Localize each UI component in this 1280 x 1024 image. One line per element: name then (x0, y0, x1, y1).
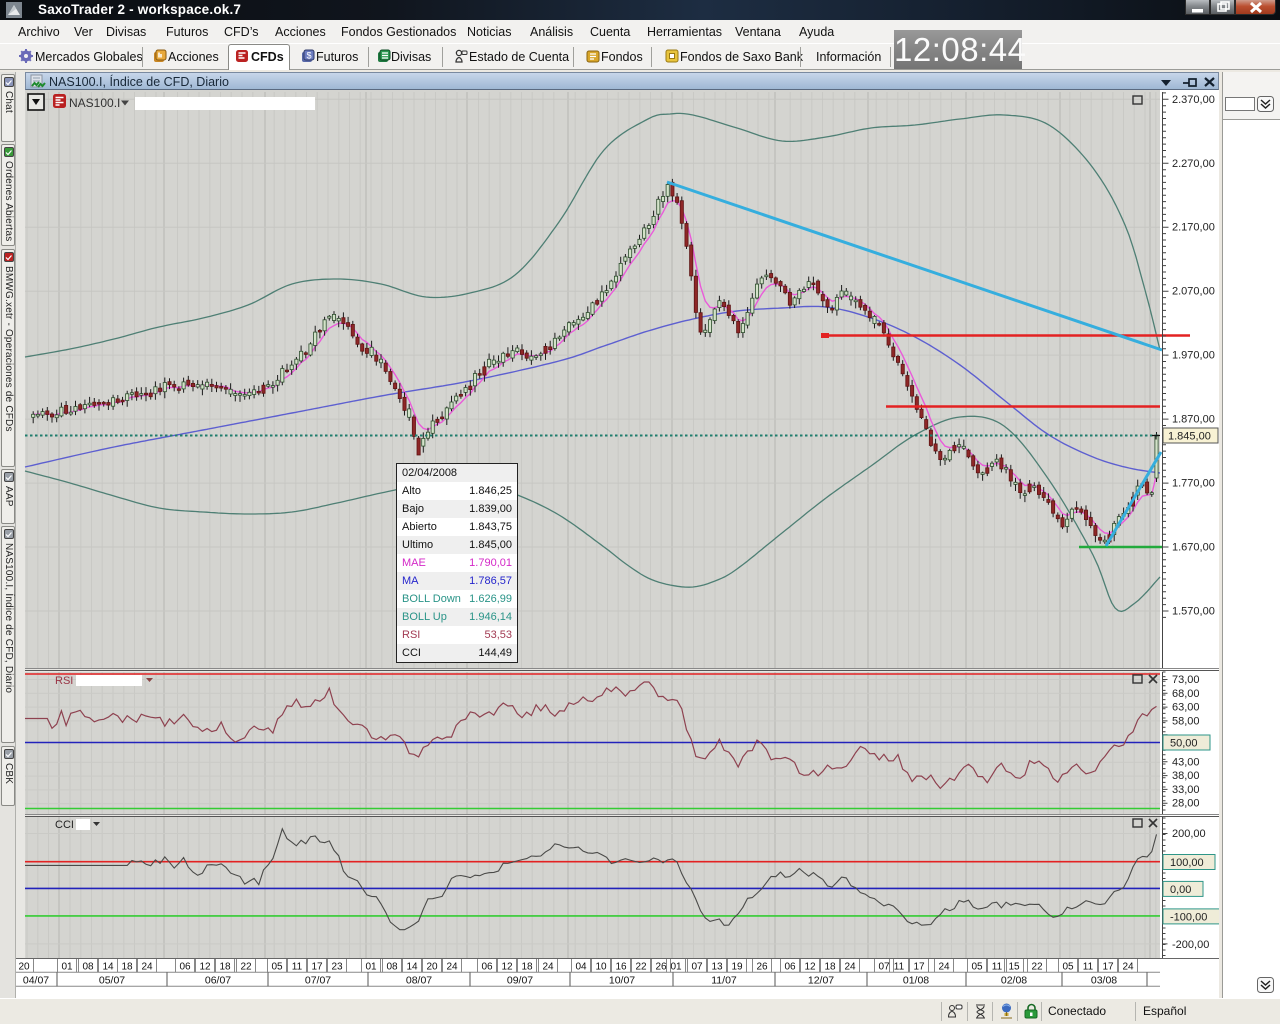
svg-text:73,00: 73,00 (1172, 674, 1200, 686)
svg-text:11/07: 11/07 (711, 975, 737, 987)
svg-text:1.570,00: 1.570,00 (1172, 606, 1215, 618)
svg-text:26: 26 (756, 962, 768, 973)
svg-text:38,00: 38,00 (1172, 770, 1200, 782)
svg-text:68,00: 68,00 (1172, 688, 1200, 700)
svg-text:04/07: 04/07 (23, 975, 49, 987)
svg-text:11: 11 (992, 962, 1003, 973)
svg-text:05/07: 05/07 (99, 975, 125, 987)
svg-text:23: 23 (331, 962, 343, 973)
svg-text:19: 19 (731, 962, 743, 973)
svg-text:18: 18 (824, 962, 836, 973)
svg-text:06: 06 (481, 962, 493, 973)
svg-text:24: 24 (938, 962, 950, 973)
svg-text:17: 17 (913, 962, 925, 973)
svg-text:05: 05 (1062, 962, 1074, 973)
svg-text:11: 11 (894, 962, 905, 973)
svg-text:22: 22 (1031, 962, 1043, 973)
svg-text:-200,00: -200,00 (1172, 939, 1209, 951)
svg-text:1.670,00: 1.670,00 (1172, 542, 1215, 554)
svg-text:08: 08 (82, 962, 94, 973)
svg-text:18: 18 (121, 962, 133, 973)
svg-text:12/07: 12/07 (808, 975, 834, 987)
svg-text:17: 17 (311, 962, 323, 973)
svg-text:04: 04 (575, 962, 587, 973)
svg-text:01: 01 (670, 962, 682, 973)
svg-text:58,00: 58,00 (1172, 715, 1200, 727)
svg-text:10: 10 (595, 962, 607, 973)
svg-text:06: 06 (179, 962, 191, 973)
svg-text:01: 01 (365, 962, 377, 973)
svg-text:06: 06 (784, 962, 796, 973)
svg-text:22: 22 (240, 962, 252, 973)
svg-text:24: 24 (542, 962, 554, 973)
svg-text:1.770,00: 1.770,00 (1172, 478, 1215, 490)
svg-text:18: 18 (219, 962, 231, 973)
svg-text:12: 12 (804, 962, 816, 973)
svg-text:0,00: 0,00 (1170, 884, 1191, 896)
svg-text:10/07: 10/07 (609, 975, 635, 987)
svg-text:07: 07 (691, 962, 703, 973)
svg-text:26: 26 (655, 962, 667, 973)
svg-text:2.170,00: 2.170,00 (1172, 222, 1215, 234)
svg-text:07/07: 07/07 (305, 975, 331, 987)
svg-text:2.270,00: 2.270,00 (1172, 158, 1215, 170)
svg-text:$: $ (306, 51, 311, 61)
svg-text:24: 24 (1122, 962, 1134, 973)
svg-text:08: 08 (386, 962, 398, 973)
svg-text:50,00: 50,00 (1170, 738, 1198, 750)
svg-text:20: 20 (18, 962, 30, 973)
svg-text:07: 07 (878, 962, 890, 973)
svg-text:28,00: 28,00 (1172, 798, 1200, 810)
svg-text:14: 14 (406, 962, 418, 973)
svg-text:24: 24 (141, 962, 153, 973)
svg-text:12: 12 (501, 962, 513, 973)
svg-text:22: 22 (635, 962, 647, 973)
svg-text:1.845,00: 1.845,00 (1168, 431, 1211, 443)
svg-text:11: 11 (292, 962, 303, 973)
svg-text:CCI: CCI (55, 819, 74, 831)
svg-text:63,00: 63,00 (1172, 702, 1200, 714)
svg-text:03/08: 03/08 (1091, 975, 1117, 987)
svg-text:1.870,00: 1.870,00 (1172, 414, 1215, 426)
svg-text:01: 01 (61, 962, 73, 973)
svg-text:200,00: 200,00 (1172, 828, 1206, 840)
svg-text:17: 17 (1102, 962, 1114, 973)
svg-text:08/07: 08/07 (406, 975, 432, 987)
svg-text:33,00: 33,00 (1172, 784, 1200, 796)
svg-text:13: 13 (711, 962, 723, 973)
svg-text:RSI: RSI (55, 675, 73, 687)
svg-text:09/07: 09/07 (507, 975, 533, 987)
svg-text:2.370,00: 2.370,00 (1172, 94, 1215, 106)
svg-text:2.070,00: 2.070,00 (1172, 286, 1215, 298)
svg-text:15: 15 (1008, 962, 1020, 973)
svg-text:100,00: 100,00 (1170, 857, 1204, 869)
svg-text:24: 24 (446, 962, 458, 973)
svg-text:11: 11 (1083, 962, 1094, 973)
svg-text:02/08: 02/08 (1001, 975, 1027, 987)
svg-text:20: 20 (426, 962, 438, 973)
svg-text:1.970,00: 1.970,00 (1172, 350, 1215, 362)
svg-text:05: 05 (971, 962, 983, 973)
svg-text:06/07: 06/07 (205, 975, 231, 987)
svg-text:12: 12 (199, 962, 211, 973)
svg-text:16: 16 (615, 962, 627, 973)
svg-text:24: 24 (844, 962, 856, 973)
svg-text:01/08: 01/08 (903, 975, 929, 987)
svg-text:43,00: 43,00 (1172, 756, 1200, 768)
svg-text:18: 18 (521, 962, 533, 973)
svg-text:14: 14 (102, 962, 114, 973)
svg-text:-100,00: -100,00 (1170, 911, 1207, 923)
svg-text:05: 05 (271, 962, 283, 973)
svg-text:NAS100.I: NAS100.I (69, 96, 120, 110)
